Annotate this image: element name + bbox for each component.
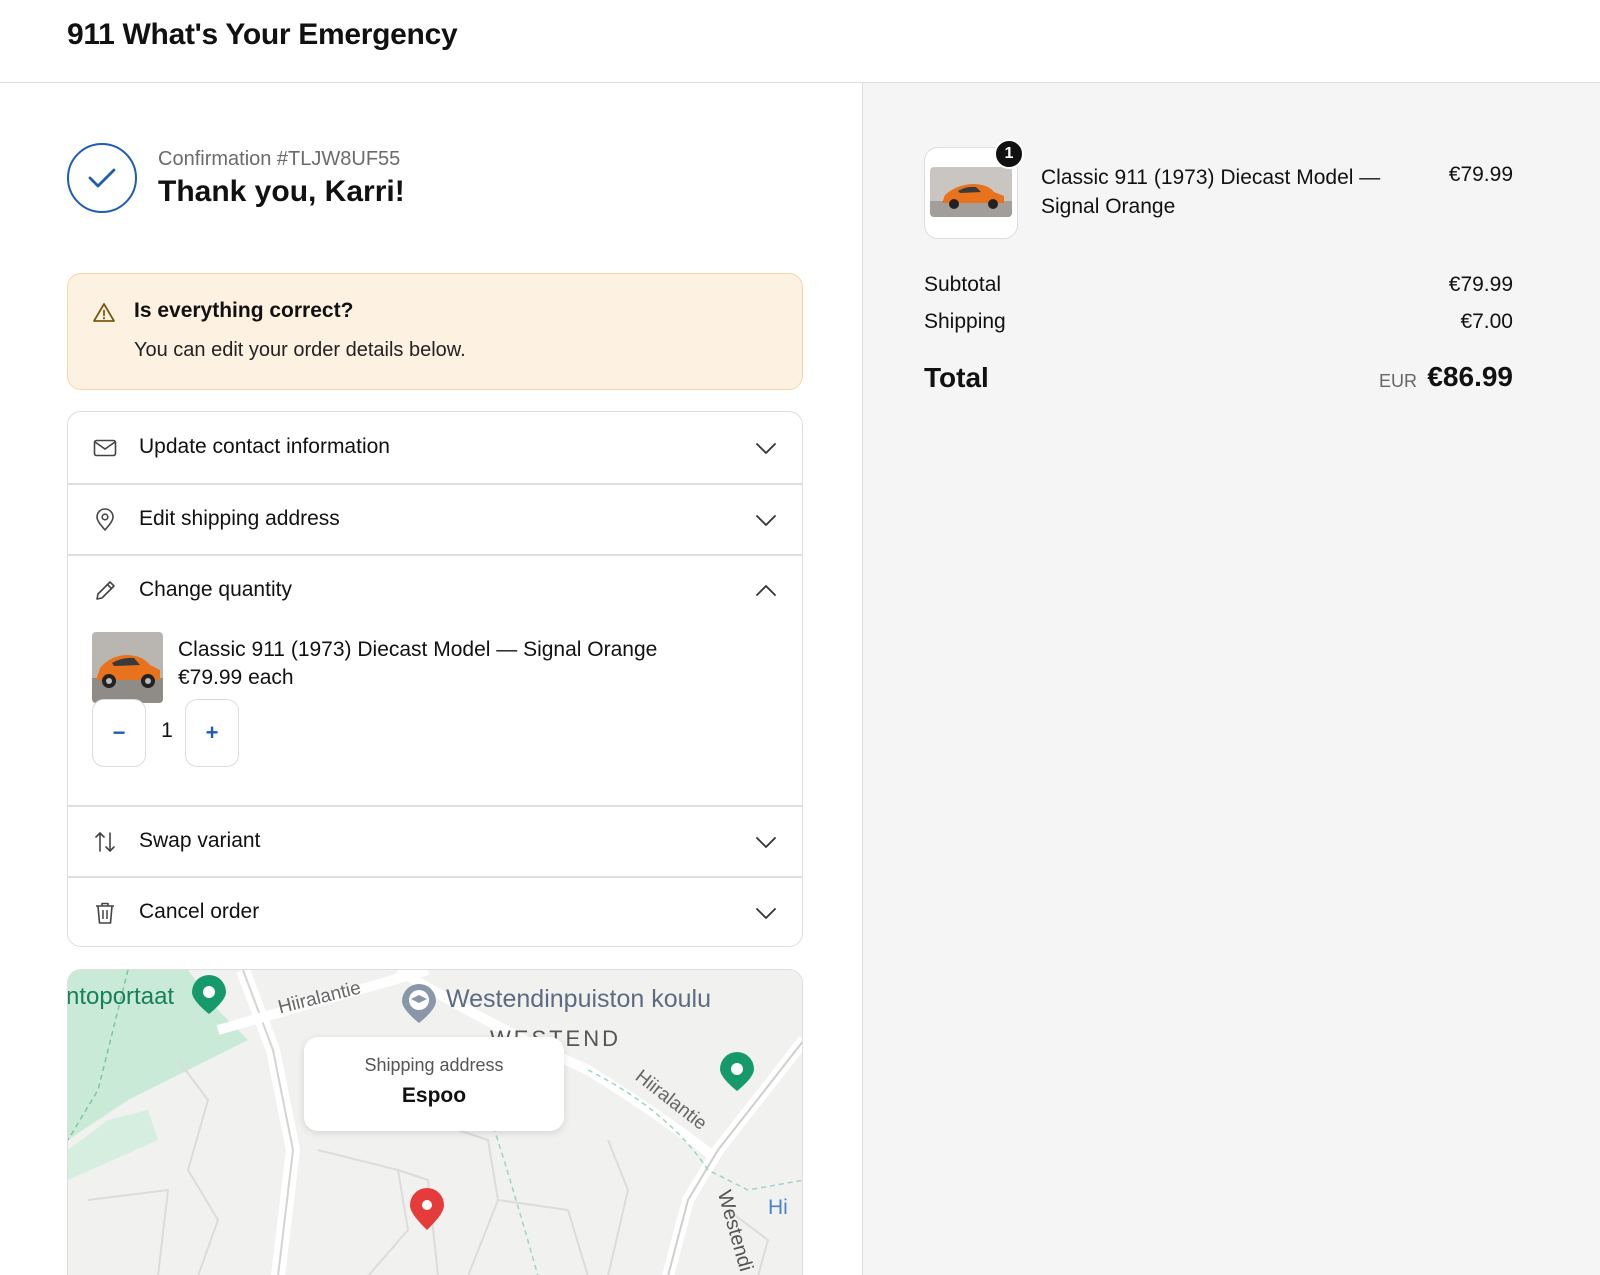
shop-name[interactable]: 911 What's Your Emergency (67, 18, 458, 52)
product-thumbnail (930, 167, 1012, 217)
summary-product-name: Classic 911 (1973) Diecast Model — Signa… (1041, 166, 1381, 218)
accordion-label: Swap variant (139, 829, 261, 852)
accordion-update-contact[interactable]: Update contact information (68, 412, 802, 483)
total-label: Total (924, 362, 989, 393)
shipping-address-popup: Shipping address Espoo (304, 1037, 564, 1131)
unit-price: €79.99 each (178, 666, 294, 689)
popup-caption: Shipping address (364, 1055, 504, 1075)
popup-city: Espoo (401, 1084, 467, 1107)
accordion-swap-variant[interactable]: Swap variant (68, 806, 802, 877)
site-header: 911 What's Your Emergency (0, 0, 1600, 83)
product-name: Classic 911 (1973) Diecast Model — Signa… (178, 638, 658, 661)
swap-arrows-icon (95, 832, 115, 852)
chevron-down-icon[interactable] (754, 436, 778, 460)
confirmation-number: Confirmation #TLJW8UF55 (158, 148, 401, 170)
accordion-cancel-order[interactable]: Cancel order (68, 877, 802, 946)
order-summary (862, 83, 1600, 1275)
thank-you-heading: Thank you, Karri! (158, 175, 405, 208)
subtotal-value: €79.99 (1448, 273, 1513, 296)
summary-product-price: €79.99 (1448, 163, 1513, 186)
trash-icon (96, 902, 114, 924)
checkmark-circle-icon (67, 143, 137, 213)
shipping-map[interactable]: ntoportaat Hiiralantie Westendinpuiston … (67, 969, 803, 1275)
chevron-down-icon[interactable] (754, 830, 778, 854)
location-pin-icon (96, 508, 114, 531)
total-value: €86.99 (1427, 361, 1513, 392)
quantity-badge: 1 (994, 139, 1024, 169)
shipping-value: €7.00 (1460, 310, 1513, 333)
decrease-quantity-button[interactable]: − (92, 699, 146, 767)
warning-triangle-icon (93, 303, 115, 322)
map-label-place: Hi (768, 1196, 788, 1219)
accordion-label: Update contact information (139, 435, 390, 458)
quantity-panel: Classic 911 (1973) Diecast Model — Signa… (68, 554, 802, 767)
quantity-value: 1 (161, 719, 173, 742)
map-label-place: ntoportaat (67, 983, 175, 1010)
order-actions-accordion: Update contact information Edit shipping… (67, 411, 803, 947)
accordion-edit-shipping[interactable]: Edit shipping address (68, 484, 802, 555)
accordion-label: Edit shipping address (139, 507, 340, 530)
total-currency: EUR (1378, 371, 1417, 391)
notice-text: You can edit your order details below. (134, 339, 466, 361)
map-label-school: Westendinpuiston koulu (446, 985, 711, 1013)
order-edit-notice: Is everything correct? You can edit your… (67, 273, 803, 390)
chevron-down-icon[interactable] (754, 901, 778, 925)
shipping-label: Shipping (924, 310, 1006, 333)
product-thumbnail (92, 632, 163, 703)
increase-quantity-button[interactable]: + (185, 699, 239, 767)
notice-title: Is everything correct? (134, 299, 354, 322)
mail-icon (93, 439, 117, 457)
subtotal-label: Subtotal (924, 273, 1002, 296)
accordion-label: Cancel order (139, 900, 260, 923)
chevron-down-icon[interactable] (754, 508, 778, 532)
